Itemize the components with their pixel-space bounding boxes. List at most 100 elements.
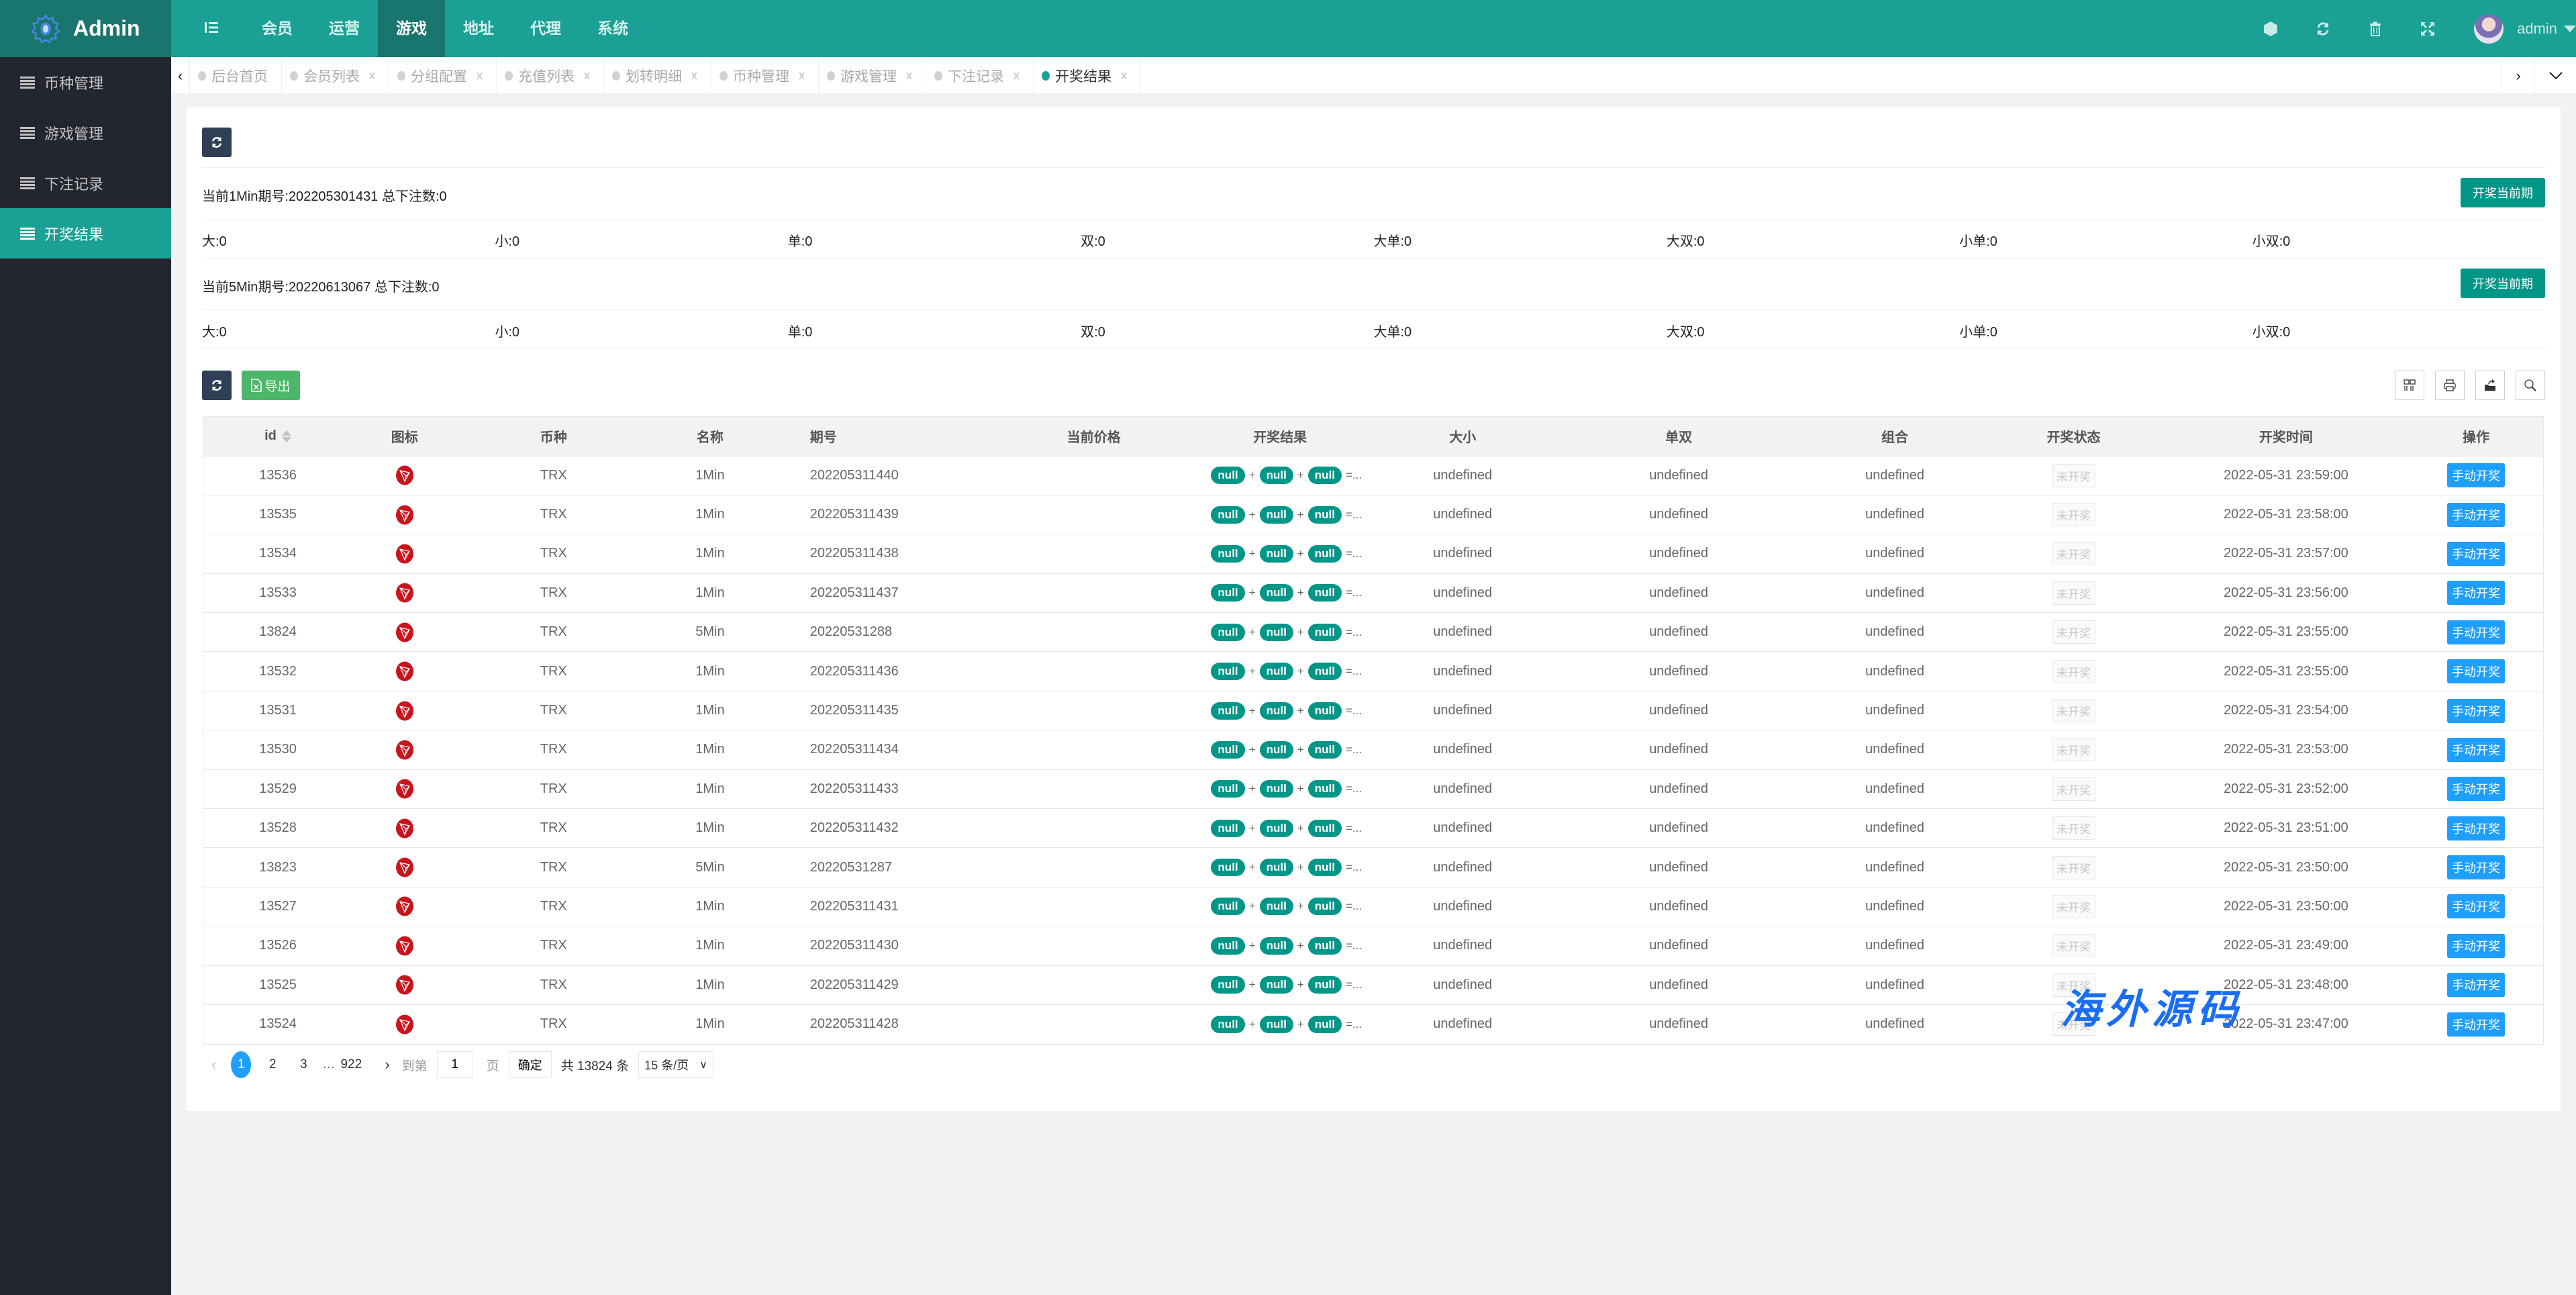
tab-4[interactable]: 划转明细 x [604, 57, 711, 94]
sidebar-item-game-management[interactable]: 游戏管理 [0, 107, 171, 158]
tabs-menu-button[interactable] [2535, 57, 2576, 94]
top-nav-operation[interactable]: 运营 [311, 0, 378, 57]
tab-close-icon[interactable]: x [584, 68, 590, 83]
user-avatar[interactable] [2474, 13, 2504, 44]
sidebar-toggle-button[interactable] [171, 0, 244, 57]
plus-sign: + [1248, 704, 1256, 717]
tabs-scroll-right-button[interactable]: › [2501, 57, 2535, 94]
tab-8[interactable]: 开奖结果 x [1034, 57, 1141, 94]
manual-draw-button[interactable]: 手动开奖 [2447, 737, 2506, 762]
columns-filter-button[interactable] [2395, 371, 2424, 400]
search-toggle-button[interactable] [2516, 371, 2545, 400]
goto-page-input[interactable] [436, 1051, 473, 1078]
tab-3[interactable]: 充值列表 x [497, 57, 604, 94]
theme-button[interactable] [2244, 0, 2297, 57]
manual-draw-button[interactable]: 手动开奖 [2447, 1012, 2506, 1037]
logo[interactable]: Admin [0, 0, 171, 57]
tab-0[interactable]: 后台首页 [190, 57, 282, 94]
top-nav-system[interactable]: 系统 [579, 0, 646, 57]
tab-1[interactable]: 会员列表 x [282, 57, 389, 94]
status-badge: 未开奖 [2052, 542, 2096, 566]
tab-2[interactable]: 分组配置 x [389, 57, 497, 94]
manual-draw-button[interactable]: 手动开奖 [2447, 698, 2506, 723]
tab-close-icon[interactable]: x [1013, 68, 1020, 83]
manual-draw-button[interactable]: 手动开奖 [2447, 777, 2506, 802]
cell-parity: undefined [1552, 730, 1805, 770]
stat-small-odd: 小单:0 [1959, 234, 1997, 249]
refresh-periods-button[interactable] [202, 128, 232, 157]
manual-draw-button[interactable]: 手动开奖 [2447, 581, 2506, 606]
page-3[interactable]: 3 [291, 1057, 315, 1072]
manual-draw-button[interactable]: 手动开奖 [2447, 894, 2506, 919]
manual-draw-button[interactable]: 手动开奖 [2447, 541, 2506, 566]
column-header-id[interactable]: id [203, 417, 353, 457]
tab-close-icon[interactable]: x [906, 68, 912, 83]
page-2[interactable]: 2 [260, 1057, 285, 1072]
cell-icon [352, 494, 457, 534]
cell-coin: TRX [456, 926, 651, 966]
draw-current-1min-button[interactable]: 开奖当前期 [2461, 178, 2545, 207]
cell-combo: undefined [1805, 573, 1985, 613]
fullscreen-button[interactable] [2401, 0, 2454, 57]
goto-confirm-button[interactable]: 确定 [508, 1051, 552, 1078]
tab-close-icon[interactable]: x [799, 68, 805, 83]
tab-close-icon[interactable]: x [1121, 68, 1127, 83]
stat-small-even: 小双:0 [2252, 234, 2291, 249]
cell-name: 1Min [650, 494, 770, 534]
sidebar-item-coin-management[interactable]: 币种管理 [0, 57, 171, 107]
tab-5[interactable]: 币种管理 x [711, 57, 819, 94]
manual-draw-button[interactable]: 手动开奖 [2447, 816, 2506, 841]
top-nav-agent[interactable]: 代理 [512, 0, 579, 57]
tab-close-icon[interactable]: x [691, 68, 697, 83]
cell-id: 13534 [203, 534, 353, 574]
manual-draw-button[interactable]: 手动开奖 [2447, 502, 2506, 527]
goto-label: 到第 [401, 1059, 428, 1073]
tab-close-icon[interactable]: x [477, 68, 483, 83]
top-nav-game[interactable]: 游戏 [378, 0, 445, 57]
top-nav-member[interactable]: 会员 [244, 0, 311, 57]
table-row: 13533 TRX 1Min 202205311437 null + null + null =.… [203, 573, 2543, 613]
cell-parity: undefined [1552, 573, 1805, 613]
tab-6[interactable]: 游戏管理 x [819, 57, 926, 94]
page-last[interactable]: 922 [339, 1057, 363, 1072]
print-button[interactable] [2435, 371, 2465, 400]
tab-label: 开奖结果 [1055, 68, 1111, 85]
tabs-scroll-left-button[interactable]: ‹ [171, 57, 190, 94]
refresh-page-button[interactable] [2297, 0, 2349, 57]
tab-dot-icon [1042, 70, 1050, 81]
manual-draw-button[interactable]: 手动开奖 [2447, 620, 2506, 644]
result-pill: null [1307, 467, 1342, 485]
manual-draw-button[interactable]: 手动开奖 [2447, 855, 2506, 880]
manual-draw-button[interactable]: 手动开奖 [2447, 463, 2506, 488]
user-menu-caret-icon[interactable] [2564, 25, 2576, 32]
export-data-button[interactable] [2475, 371, 2505, 400]
results-table: id 图标 币种 名称 期号 当前价格 开奖结果 大小 单双 组合 开奖状态 开… [203, 416, 2544, 1045]
result-tail: =... [1345, 782, 1363, 796]
user-name[interactable]: admin [2517, 20, 2557, 38]
draw-current-5min-button[interactable]: 开奖当前期 [2461, 269, 2545, 298]
content-card: 当前1Min期号:202205301431 总下注数:0 开奖当前期 大:0 小… [187, 107, 2561, 1111]
cell-time: 2022-05-31 23:55:00 [2163, 651, 2410, 691]
page-1[interactable]: 1 [231, 1051, 252, 1078]
sidebar-item-draw-results[interactable]: 开奖结果 [0, 208, 171, 258]
manual-draw-button[interactable]: 手动开奖 [2447, 659, 2506, 684]
next-page-button[interactable]: › [385, 1056, 389, 1073]
tab-close-icon[interactable]: x [369, 68, 375, 83]
export-button[interactable]: 导出 [242, 371, 300, 400]
tab-7[interactable]: 下注记录 x [926, 57, 1034, 94]
top-nav-address[interactable]: 地址 [445, 0, 512, 57]
cell-price [1000, 965, 1187, 1005]
plus-sign: + [1297, 469, 1304, 482]
cell-price [1000, 573, 1187, 613]
cell-size: undefined [1373, 847, 1552, 888]
page-size-select[interactable]: 15 条/页 ∨ [638, 1051, 713, 1078]
tab-label: 后台首页 [211, 68, 268, 85]
sidebar-item-bet-records[interactable]: 下注记录 [0, 158, 171, 208]
prev-page-button[interactable]: ‹ [211, 1056, 216, 1073]
manual-draw-button[interactable]: 手动开奖 [2447, 933, 2506, 958]
cell-time: 2022-05-31 23:54:00 [2163, 690, 2410, 730]
sort-icon[interactable] [281, 430, 291, 442]
refresh-table-button[interactable] [202, 371, 232, 400]
manual-draw-button[interactable]: 手动开奖 [2447, 973, 2506, 998]
clear-cache-button[interactable] [2349, 0, 2401, 57]
